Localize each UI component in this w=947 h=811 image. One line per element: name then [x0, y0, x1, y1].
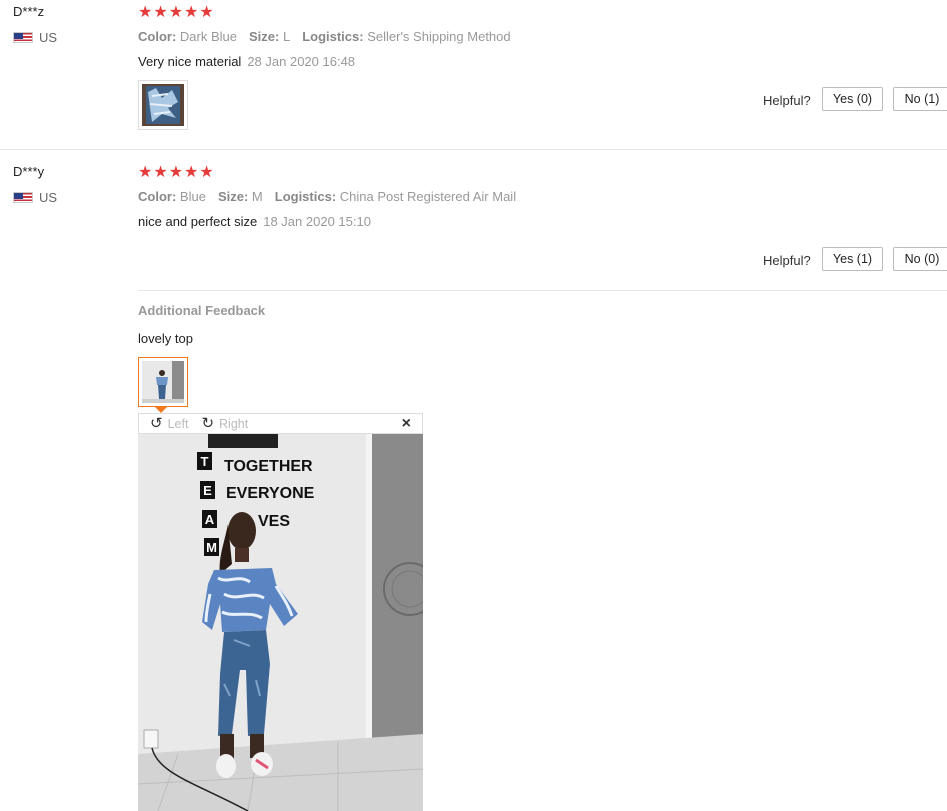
- review-text: Very nice material: [138, 54, 242, 69]
- helpful-yes-button[interactable]: Yes (0): [822, 87, 883, 111]
- wall-word-together: TOGETHER: [224, 458, 313, 475]
- additional-feedback-heading: Additional Feedback: [138, 303, 266, 318]
- size-value: M: [251, 189, 263, 204]
- rating-stars: ★★★★★: [138, 164, 215, 181]
- color-value: Dark Blue: [179, 29, 237, 44]
- helpful-label: Helpful?: [763, 93, 811, 108]
- size-label: Size:: [248, 29, 280, 44]
- color-label: Color:: [138, 189, 177, 204]
- rotate-right-icon[interactable]: ↻: [201, 416, 214, 431]
- color-label: Color:: [138, 29, 177, 44]
- review-photo: [142, 84, 184, 126]
- feedback-photo: [142, 361, 184, 403]
- close-icon[interactable]: ×: [402, 415, 411, 433]
- helpful-no-button[interactable]: No (1): [893, 87, 947, 111]
- review-text-line: nice and perfect size 18 Jan 2020 15:10: [138, 214, 371, 229]
- active-thumbnail-pointer: [154, 406, 168, 413]
- review-photo-thumbnail[interactable]: [138, 80, 188, 130]
- wall-word-everyone: EVERYONE: [226, 485, 315, 502]
- reviewer-country: US: [13, 190, 57, 205]
- review-date: 18 Jan 2020 15:10: [263, 214, 371, 229]
- review-divider: [0, 149, 947, 150]
- wall-letter-a: A: [205, 512, 215, 527]
- large-review-photo: T TOGETHER E EVERYONE A VES M: [138, 434, 423, 811]
- feedback-divider: [138, 290, 947, 291]
- reviewer-country: US: [13, 30, 57, 45]
- large-photo-image: T TOGETHER E EVERYONE A VES M: [138, 434, 423, 811]
- reviewer-name: D***z: [13, 4, 45, 19]
- wall-word-achieves: VES: [258, 513, 290, 530]
- wall-letter-m: M: [206, 540, 217, 555]
- reviewer-name: D***y: [13, 164, 45, 179]
- logistics-label: Logistics:: [302, 29, 364, 44]
- logistics-value: China Post Registered Air Mail: [339, 189, 517, 204]
- wall-letter-e: E: [203, 483, 212, 498]
- size-label: Size:: [217, 189, 249, 204]
- rotate-left-label[interactable]: Left: [168, 417, 189, 431]
- helpful-no-button[interactable]: No (0): [893, 247, 947, 271]
- wall-letter-t: T: [201, 454, 209, 469]
- review-text-line: Very nice material 28 Jan 2020 16:48: [138, 54, 355, 69]
- logistics-value: Seller's Shipping Method: [367, 29, 511, 44]
- rotate-right-label[interactable]: Right: [219, 417, 248, 431]
- color-value: Blue: [179, 189, 206, 204]
- review-meta: Color: Dark Blue Size: L Logistics: Sell…: [138, 29, 511, 44]
- feedback-photo-thumbnail[interactable]: [138, 357, 188, 407]
- helpful-yes-button[interactable]: Yes (1): [822, 247, 883, 271]
- us-flag-icon: [13, 32, 33, 43]
- us-flag-icon: [13, 192, 33, 203]
- rotate-left-icon[interactable]: ↺: [150, 416, 163, 431]
- country-code: US: [39, 30, 58, 45]
- review-meta: Color: Blue Size: M Logistics: China Pos…: [138, 189, 516, 204]
- rating-stars: ★★★★★: [138, 4, 215, 21]
- review-date: 28 Jan 2020 16:48: [247, 54, 356, 69]
- size-value: L: [282, 29, 291, 44]
- review-text: nice and perfect size: [138, 214, 258, 229]
- additional-feedback-text: lovely top: [138, 331, 193, 346]
- logistics-label: Logistics:: [274, 189, 337, 204]
- country-code: US: [39, 190, 58, 205]
- image-viewer-toolbar: ↺ Left ↻ Right ×: [138, 413, 423, 434]
- helpful-label: Helpful?: [763, 253, 811, 268]
